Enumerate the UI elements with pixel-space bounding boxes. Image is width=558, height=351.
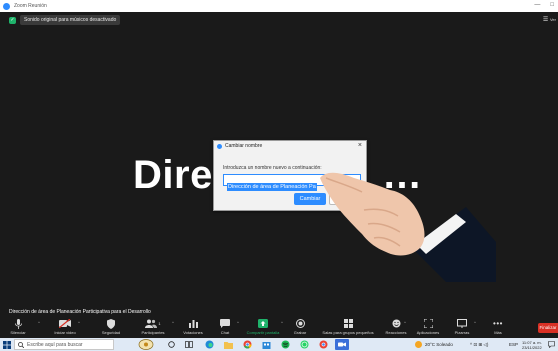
- whiteboard-label: Pizarras: [454, 330, 470, 335]
- shield-icon: [107, 318, 115, 329]
- share-screen-label: Compartir pantalla: [246, 330, 280, 335]
- more-label: Más: [494, 330, 502, 335]
- meeting-toolbar: Silenciar ^ Iniciar video ^ Seguridad 1 …: [0, 317, 558, 338]
- record-label: Grabar: [293, 330, 307, 335]
- participants-label: Participantes: [141, 330, 165, 335]
- participants-options-caret[interactable]: ^: [172, 320, 174, 325]
- weather-text: 20°C Soleado: [425, 342, 453, 347]
- chat-label: Chat: [220, 330, 230, 335]
- security-label: Seguridad: [101, 330, 121, 335]
- apps-label: Aplicaciones: [416, 330, 440, 335]
- sun-icon: [415, 341, 422, 348]
- apps-button[interactable]: Aplicaciones: [412, 318, 444, 338]
- view-button-label: Ver: [549, 17, 556, 22]
- mute-button[interactable]: Silenciar: [3, 318, 33, 338]
- view-button[interactable]: ☰ Ver: [543, 16, 556, 23]
- chat-button[interactable]: Chat: [215, 318, 235, 338]
- chat-icon: [220, 318, 230, 329]
- zoom-app-icon[interactable]: [335, 339, 349, 350]
- whiteboard-icon: [457, 318, 467, 329]
- new-name-input-value: Dirección de área de Planeación Pa: [227, 183, 317, 191]
- breakout-rooms-button[interactable]: Salas para grupos pequeños: [316, 318, 380, 338]
- security-button[interactable]: Seguridad: [98, 318, 124, 338]
- file-explorer-icon[interactable]: [223, 339, 233, 350]
- minimize-button[interactable]: —: [534, 2, 540, 9]
- participants-icon: 1: [145, 318, 161, 329]
- rename-dialog-title: Cambiar nombre: [225, 143, 263, 149]
- zoom-logo-icon: [3, 2, 10, 10]
- chat-options-caret[interactable]: ^: [237, 320, 239, 325]
- cortana-icon[interactable]: [137, 339, 155, 350]
- whiteboard-options-caret[interactable]: ^: [474, 320, 476, 325]
- windows-taskbar: Escribe aquí para buscar 20°C Soleado ^ …: [0, 338, 558, 351]
- grid-view-icon: ☰: [542, 17, 549, 23]
- zoom-logo-icon: [217, 143, 222, 149]
- more-icon: •••: [493, 319, 503, 328]
- whatsapp-icon[interactable]: [299, 339, 309, 350]
- spotify-icon[interactable]: [280, 339, 290, 350]
- clock-date: 23/11/2022: [522, 344, 542, 350]
- breakout-rooms-icon: [343, 318, 353, 329]
- microphone-icon: [14, 318, 22, 329]
- audio-options-caret[interactable]: ^: [38, 320, 40, 325]
- reactions-options-caret[interactable]: ^: [404, 320, 406, 325]
- rename-prompt: Introduzca un nombre nuevo a continuació…: [223, 165, 322, 171]
- reactions-label: Reacciones: [385, 330, 407, 335]
- reactions-icon: [392, 318, 401, 329]
- participants-count: 1: [158, 321, 161, 326]
- record-icon: [295, 318, 305, 329]
- meeting-caption: Dirección de área de Planeación Particip…: [9, 309, 151, 315]
- breakout-rooms-label: Salas para grupos pequeños: [322, 330, 374, 335]
- pointing-hand-icon: [320, 172, 496, 282]
- system-tray-icons[interactable]: ^ ⊡ ⊞ ◁): [470, 338, 488, 351]
- window-title: Zoom Reunión: [14, 3, 47, 9]
- chrome-profile-icon[interactable]: [318, 339, 328, 350]
- notifications-icon[interactable]: [548, 338, 555, 351]
- share-options-caret[interactable]: ^: [281, 320, 283, 325]
- start-video-button[interactable]: Iniciar video: [48, 318, 82, 338]
- search-placeholder: Escribe aquí para buscar: [27, 341, 83, 348]
- record-button[interactable]: Grabar: [290, 318, 310, 338]
- original-sound-label: Sonido original para músicos desactivado: [20, 15, 121, 25]
- end-meeting-button[interactable]: Finalizar: [538, 323, 558, 333]
- windows-start-icon[interactable]: [0, 338, 14, 351]
- language-indicator[interactable]: ESP: [509, 338, 518, 351]
- taskbar-search-box[interactable]: Escribe aquí para buscar: [14, 339, 114, 350]
- store-icon[interactable]: [261, 339, 271, 350]
- polls-button[interactable]: Votaciones: [180, 318, 206, 338]
- polls-icon: [188, 318, 198, 329]
- video-off-icon: [59, 318, 71, 329]
- window-titlebar: Zoom Reunión — □: [0, 0, 558, 12]
- mute-label: Silenciar: [10, 330, 26, 335]
- shield-check-icon: ✓: [9, 16, 16, 24]
- task-view-icon[interactable]: [166, 339, 176, 350]
- apps-icon: [423, 318, 433, 329]
- rename-dialog-header: Cambiar nombre ×: [214, 141, 366, 151]
- multitask-icon[interactable]: [184, 339, 194, 350]
- close-icon[interactable]: ×: [358, 142, 362, 149]
- participants-button[interactable]: 1 Participantes: [138, 318, 168, 338]
- window-controls: — □: [534, 2, 554, 9]
- edge-browser-icon[interactable]: [204, 339, 214, 350]
- more-button[interactable]: ••• Más: [488, 318, 508, 338]
- share-screen-icon: [258, 318, 268, 329]
- original-sound-indicator[interactable]: ✓ Sonido original para músicos desactiva…: [9, 15, 121, 25]
- weather-widget[interactable]: 20°C Soleado: [415, 338, 453, 351]
- chrome-browser-icon[interactable]: [242, 339, 252, 350]
- maximize-button[interactable]: □: [550, 2, 554, 9]
- start-video-label: Iniciar video: [54, 330, 76, 335]
- clock[interactable]: 11:07 a. m. 23/11/2022: [522, 338, 542, 351]
- search-icon: [18, 341, 24, 348]
- meeting-stage: ✓ Sonido original para músicos desactiva…: [0, 12, 558, 317]
- share-screen-button[interactable]: Compartir pantalla: [242, 318, 284, 338]
- whiteboard-button[interactable]: Pizarras: [450, 318, 474, 338]
- polls-label: Votaciones: [183, 330, 203, 335]
- video-options-caret[interactable]: ^: [78, 320, 80, 325]
